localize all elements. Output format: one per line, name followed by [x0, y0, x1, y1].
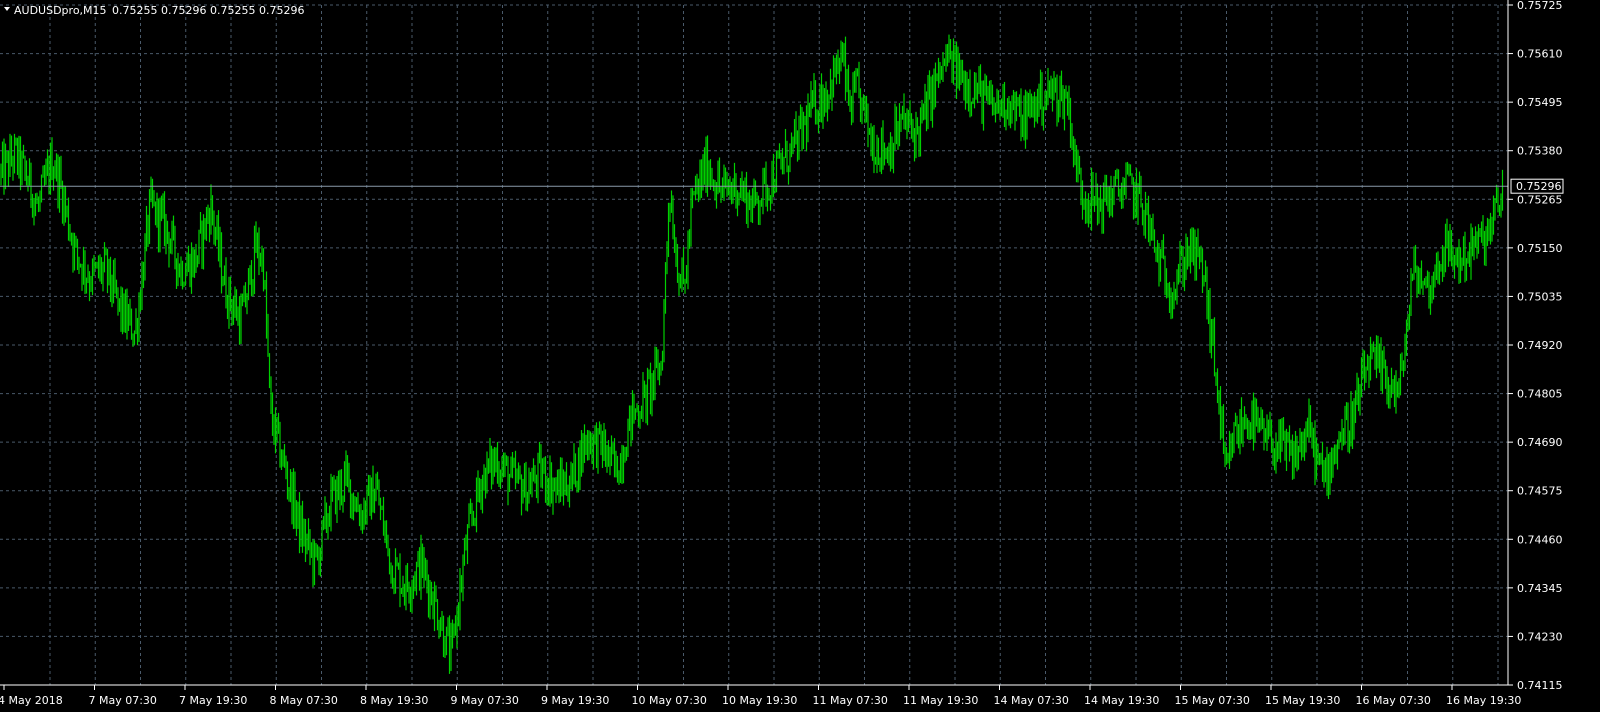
x-tick-label: 16 May 19:30 [1446, 694, 1521, 707]
x-tick-label: 15 May 19:30 [1265, 694, 1340, 707]
x-tick-label: 9 May 07:30 [451, 694, 519, 707]
x-tick-label: 10 May 19:30 [722, 694, 797, 707]
x-tick-label: 7 May 19:30 [179, 694, 247, 707]
y-tick-label: 0.74690 [1517, 436, 1563, 449]
y-tick-label: 0.74575 [1517, 485, 1563, 498]
x-tick-label: 15 May 07:30 [1175, 694, 1250, 707]
x-tick-label: 11 May 07:30 [813, 694, 888, 707]
y-tick-label: 0.75725 [1517, 0, 1563, 12]
y-tick-label: 0.75495 [1517, 96, 1563, 109]
y-tick-label: 0.74805 [1517, 388, 1563, 401]
y-tick-label: 0.74920 [1517, 339, 1563, 352]
x-tick-label: 10 May 07:30 [632, 694, 707, 707]
symbol-timeframe-label: AUDUSDpro,M15 [14, 4, 107, 17]
x-tick-label: 14 May 07:30 [994, 694, 1069, 707]
ohlc-readout: 0.75255 0.75296 0.75255 0.75296 [112, 4, 304, 17]
y-axis-ticks: 0.75725 0.75610 0.75495 0.75380 0.75265 0.751… [1508, 0, 1563, 692]
x-tick-label: 4 May 2018 [0, 694, 63, 707]
y-tick-label: 0.74115 [1517, 679, 1563, 692]
current-price-tag: 0.75296 [1510, 178, 1564, 194]
x-tick-label: 8 May 07:30 [270, 694, 338, 707]
price-chart[interactable]: 0.75725 0.75610 0.75495 0.75380 0.75265 0.751… [0, 0, 1600, 712]
y-tick-label: 0.75150 [1517, 242, 1563, 255]
x-tick-label: 16 May 07:30 [1356, 694, 1431, 707]
x-tick-label: 14 May 19:30 [1084, 694, 1159, 707]
current-price-tag-text: 0.75296 [1516, 180, 1562, 193]
y-tick-label: 0.75035 [1517, 290, 1563, 303]
y-tick-label: 0.75610 [1517, 48, 1563, 61]
y-tick-label: 0.75265 [1517, 193, 1563, 206]
y-tick-label: 0.74460 [1517, 533, 1563, 546]
x-tick-label: 11 May 19:30 [903, 694, 978, 707]
x-tick-label: 9 May 19:30 [541, 694, 609, 707]
x-tick-label: 7 May 07:30 [89, 694, 157, 707]
x-tick-label: 8 May 19:30 [360, 694, 428, 707]
chart-header: AUDUSDpro,M15 0.75255 0.75296 0.75255 0.… [4, 4, 304, 17]
y-tick-label: 0.74230 [1517, 630, 1563, 643]
y-tick-label: 0.74345 [1517, 582, 1563, 595]
y-tick-label: 0.75380 [1517, 145, 1563, 158]
